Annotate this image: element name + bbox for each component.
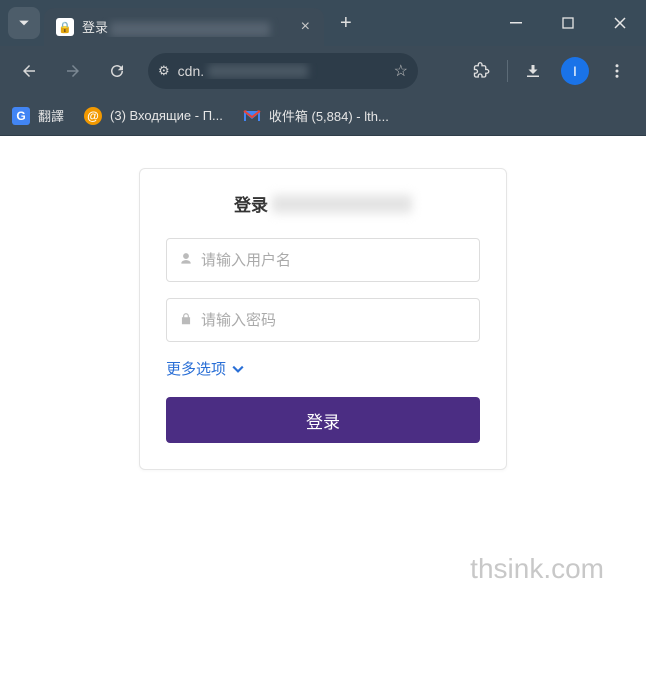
extensions-icon[interactable] <box>463 52 501 90</box>
window-close-button[interactable] <box>594 0 646 46</box>
username-input[interactable] <box>201 252 467 269</box>
more-options-label: 更多选项 <box>166 358 226 379</box>
window-minimize-button[interactable] <box>490 0 542 46</box>
translate-icon: G <box>12 107 30 125</box>
bookmark-star-icon[interactable]: ☆ <box>394 61 408 81</box>
close-tab-icon[interactable]: × <box>295 16 316 38</box>
downloads-icon[interactable] <box>514 52 552 90</box>
password-field-wrapper <box>166 298 480 342</box>
bookmark-label: 翻譯 <box>38 106 64 125</box>
window-titlebar: 🔒 登录 × + <box>0 0 646 46</box>
url-text: cdn. <box>178 63 386 79</box>
back-button[interactable] <box>10 52 48 90</box>
watermark: thsink.com <box>470 553 604 585</box>
bookmark-label: 收件箱 (5,884) - lth... <box>269 106 389 125</box>
gmail-icon <box>243 107 261 125</box>
bookmark-gmail[interactable]: 收件箱 (5,884) - lth... <box>243 106 389 125</box>
page-content: 登录 更多选项 登录 thsink.com <box>0 136 646 690</box>
address-bar[interactable]: ⚙ cdn. ☆ <box>148 53 418 89</box>
bookmarks-bar: G 翻譯 @ (3) Входящие - П... 收件箱 (5,884) -… <box>0 96 646 136</box>
bookmark-inbox-ru[interactable]: @ (3) Входящие - П... <box>84 107 223 125</box>
bookmark-translate[interactable]: G 翻譯 <box>12 106 64 125</box>
forward-button[interactable] <box>54 52 92 90</box>
login-card: 登录 更多选项 登录 <box>139 168 507 470</box>
profile-button[interactable]: I <box>556 52 594 90</box>
at-icon: @ <box>84 107 102 125</box>
browser-tab-active[interactable]: 🔒 登录 × <box>44 8 324 46</box>
tab-title: 登录 <box>82 17 295 36</box>
username-field-wrapper <box>166 238 480 282</box>
login-button[interactable]: 登录 <box>166 397 480 443</box>
new-tab-button[interactable]: + <box>330 8 362 39</box>
user-icon <box>179 252 201 269</box>
bookmark-label: (3) Входящие - П... <box>110 108 223 123</box>
password-input[interactable] <box>201 312 467 329</box>
chevron-down-icon <box>232 363 244 375</box>
more-options-toggle[interactable]: 更多选项 <box>166 358 244 379</box>
page-title: 登录 <box>166 191 480 216</box>
window-maximize-button[interactable] <box>542 0 594 46</box>
browser-toolbar: ⚙ cdn. ☆ I <box>0 46 646 96</box>
menu-icon[interactable] <box>598 52 636 90</box>
toolbar-separator <box>507 60 508 82</box>
lock-icon <box>179 312 201 329</box>
reload-button[interactable] <box>98 52 136 90</box>
tab-search-dropdown[interactable] <box>8 7 40 39</box>
lock-icon: 🔒 <box>56 18 74 36</box>
site-settings-icon[interactable]: ⚙ <box>158 63 170 79</box>
